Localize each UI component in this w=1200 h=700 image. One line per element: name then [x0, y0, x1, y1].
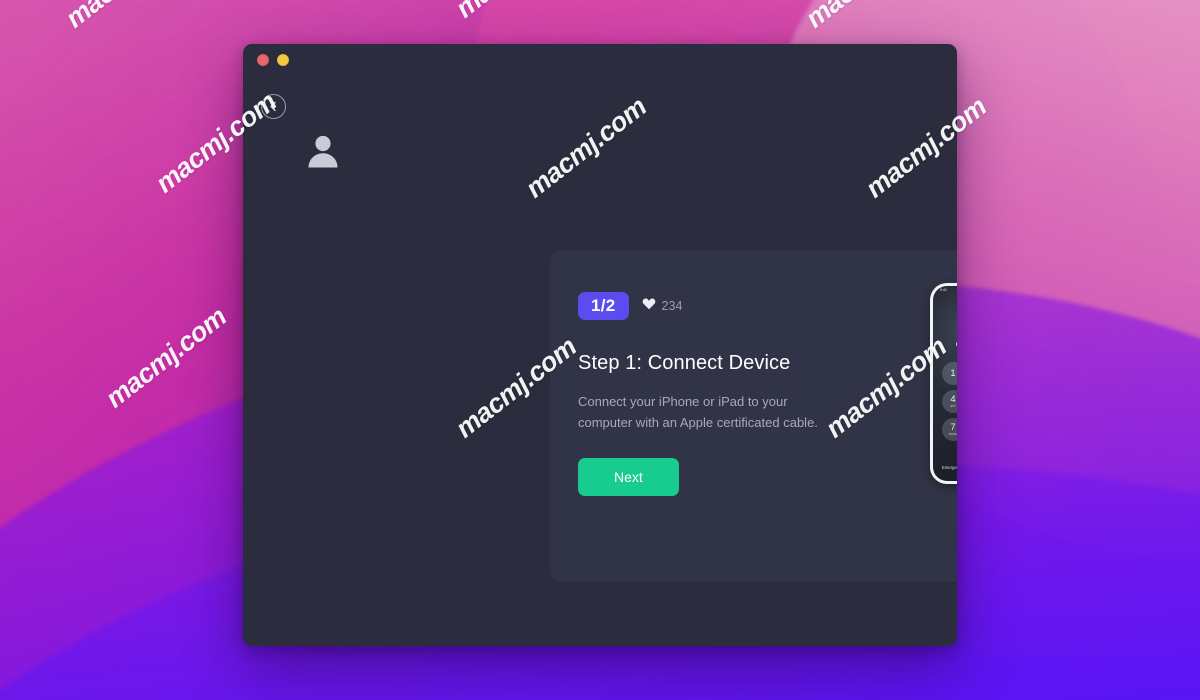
keypad-key-number: 7: [950, 422, 956, 433]
phone-lockscreen-actions: Emergency Cancel: [933, 465, 957, 470]
like-count: 234: [661, 299, 683, 313]
watermark-text: macmj.com: [800, 0, 933, 34]
watermark-text: macmj.com: [100, 301, 233, 414]
close-button[interactable]: [257, 54, 269, 66]
app-window: 1/2 234 Step 1: Connect Device Connect y…: [243, 44, 957, 646]
page-title: Step 1: Connect Device: [578, 352, 791, 374]
like-group[interactable]: 234: [642, 297, 683, 315]
keypad-key-number: 1: [950, 368, 956, 378]
minimize-button[interactable]: [277, 54, 289, 66]
heart-icon: [642, 297, 656, 315]
person-icon: [308, 135, 338, 168]
window-titlebar: [243, 44, 957, 76]
status-time: 9:41: [940, 288, 947, 292]
next-button[interactable]: Next: [578, 457, 679, 496]
chevron-left-icon: [270, 101, 276, 112]
watermark-text: macmj.com: [60, 0, 193, 34]
passcode-keypad: 12ABC3DEF4GHI5JKL6MNO7PQRS8TUV9WXYZ0: [933, 362, 957, 469]
step-description: Connect your iPhone or iPad to your comp…: [578, 394, 818, 431]
watermark-text: macmj.com: [450, 0, 583, 24]
phone-frame: 9:41 Swipe up to unlock: [930, 283, 957, 484]
keypad-key-7[interactable]: 7 PQRS: [941, 418, 957, 441]
phone-illustration: 9:41 Swipe up to unlock: [930, 283, 957, 536]
desktop-wallpaper: 1/2 234 Step 1: Connect Device Connect y…: [0, 0, 1200, 700]
phone-status-bar: 9:41: [933, 288, 957, 293]
phone-screen: 9:41 Swipe up to unlock: [933, 286, 957, 481]
card-text-column: 1/2 234 Step 1: Connect Device Connect y…: [578, 292, 898, 496]
keypad-key-letters: PQRS: [948, 432, 957, 436]
keypad-key-number: 4: [950, 394, 956, 405]
passcode-label: Enter Passcode: [933, 330, 957, 336]
step-badge: 1/2: [578, 292, 629, 320]
card-meta-row: 1/2 234: [578, 292, 898, 320]
keypad-key-1[interactable]: 1: [941, 362, 957, 385]
passcode-dots: [933, 342, 957, 346]
swipe-up-hint: Swipe up to unlock: [933, 303, 957, 308]
back-button[interactable]: [261, 94, 286, 119]
emergency-button[interactable]: Emergency: [942, 465, 957, 470]
avatar[interactable]: [303, 131, 343, 171]
passcode-dot: [955, 342, 957, 346]
content-card: 1/2 234 Step 1: Connect Device Connect y…: [550, 250, 957, 582]
keypad-key-letters: GHI: [950, 404, 956, 408]
keypad-key-4[interactable]: 4 GHI: [941, 390, 957, 413]
